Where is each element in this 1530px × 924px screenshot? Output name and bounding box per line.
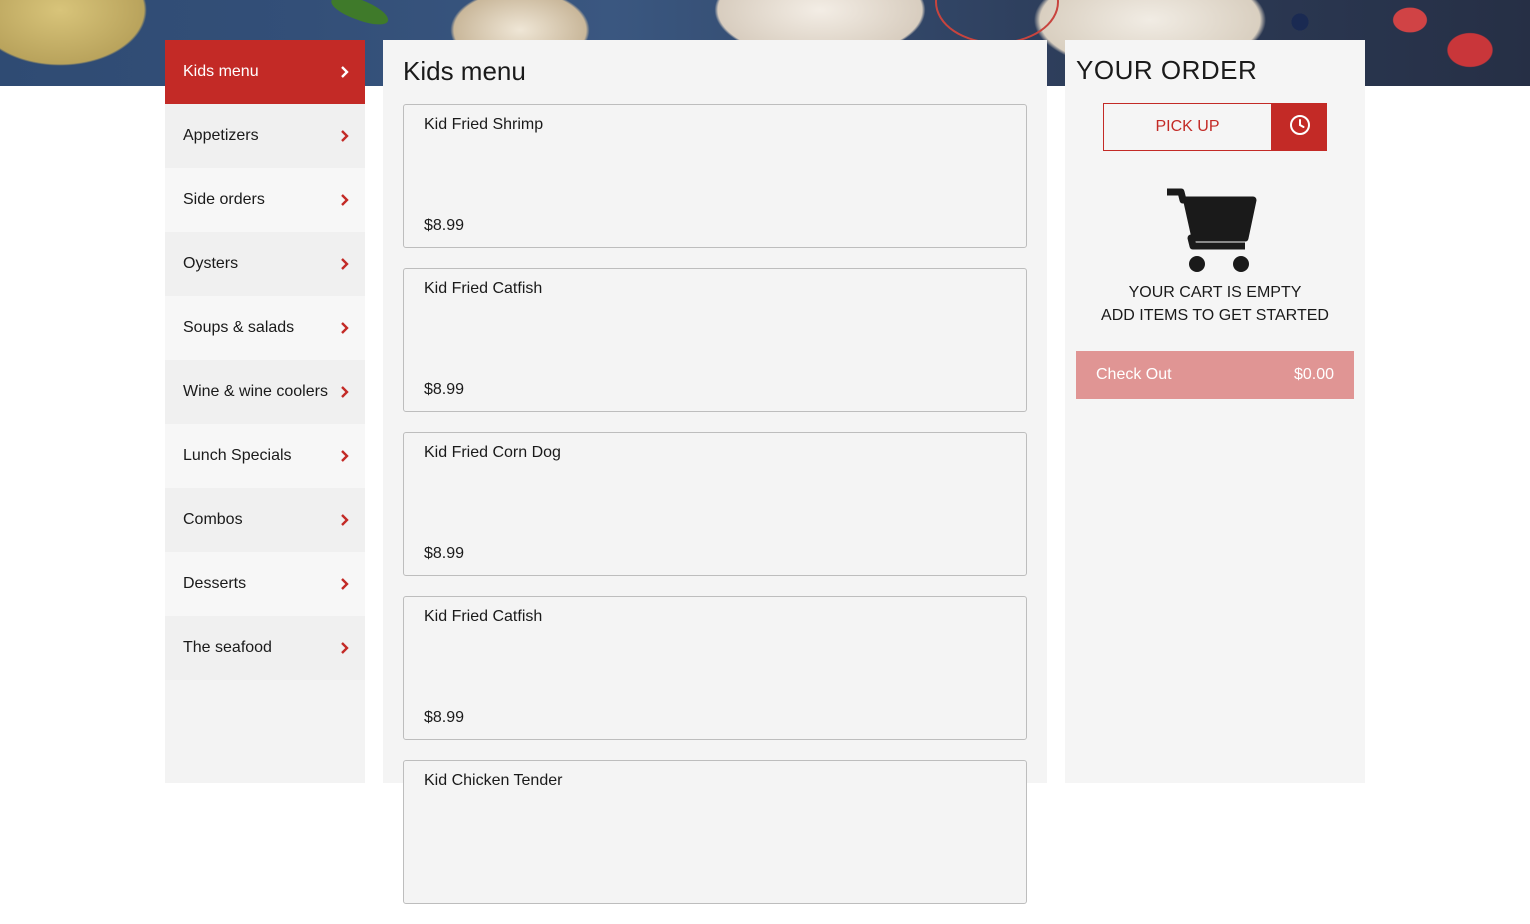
menu-item-card[interactable]: Kid Fried Corn Dog $8.99	[403, 432, 1027, 576]
sidebar-item-the-seafood[interactable]: The seafood	[165, 616, 365, 680]
menu-item-price: $8.99	[424, 545, 465, 562]
chevron-right-icon	[339, 194, 351, 206]
menu-item-card[interactable]: Kid Chicken Tender	[403, 760, 1027, 904]
chevron-right-icon	[339, 322, 351, 334]
sidebar-item-label: Desserts	[183, 575, 247, 592]
chevron-right-icon	[339, 258, 351, 270]
menu-item-name: Kid Fried Catfish	[424, 280, 543, 297]
checkout-total: $0.00	[1293, 366, 1334, 383]
chevron-right-icon	[339, 642, 351, 654]
chevron-right-icon	[339, 386, 351, 398]
sidebar-item-wine-coolers[interactable]: Wine & wine coolers	[165, 360, 365, 424]
sidebar-item-label: Wine & wine coolers	[183, 383, 328, 400]
shopping-cart-icon	[1165, 186, 1257, 274]
menu-item-card[interactable]: Kid Fried Catfish $8.99	[403, 268, 1027, 412]
sidebar-item-label: Combos	[183, 511, 243, 528]
pickup-button[interactable]: PICK UP	[1103, 103, 1272, 151]
empty-cart-line: YOUR CART IS EMPTY	[1128, 284, 1302, 301]
sidebar-item-label: Appetizers	[183, 127, 259, 144]
menu-item-list: Kid Fried Shrimp $8.99 Kid Fried Catfish…	[403, 104, 1027, 924]
sidebar-item-label: Kids menu	[183, 63, 259, 80]
menu-panel: Kids menu Kid Fried Shrimp $8.99 Kid Fri…	[383, 40, 1047, 904]
empty-cart-hint: ADD ITEMS TO GET STARTED	[1101, 307, 1329, 324]
chevron-right-icon	[339, 514, 351, 526]
sidebar-item-soups-salads[interactable]: Soups & salads	[165, 296, 365, 360]
clock-icon	[1289, 114, 1311, 141]
menu-item-price: $8.99	[424, 217, 465, 234]
page-title: Kids menu	[403, 56, 526, 86]
empty-cart-message: YOUR CART IS EMPTY ADD ITEMS TO GET STAR…	[1065, 281, 1365, 327]
sidebar-item-kids-menu[interactable]: Kids menu	[165, 40, 365, 104]
schedule-button[interactable]	[1272, 103, 1327, 151]
sidebar-item-appetizers[interactable]: Appetizers	[165, 104, 365, 168]
checkout-label: Check Out	[1096, 366, 1172, 383]
sidebar-item-side-orders[interactable]: Side orders	[165, 168, 365, 232]
sidebar-item-desserts[interactable]: Desserts	[165, 552, 365, 616]
sidebar-item-label: Side orders	[183, 191, 265, 208]
sidebar-item-label: Lunch Specials	[183, 447, 292, 464]
sidebar-item-oysters[interactable]: Oysters	[165, 232, 365, 296]
menu-item-name: Kid Chicken Tender	[424, 772, 563, 789]
chevron-right-icon	[339, 450, 351, 462]
order-mode-selector: PICK UP	[1103, 103, 1327, 151]
menu-item-price: $8.99	[424, 709, 465, 726]
menu-item-name: Kid Fried Shrimp	[424, 116, 544, 133]
sidebar-item-lunch-specials[interactable]: Lunch Specials	[165, 424, 365, 488]
category-sidebar: Kids menu Appetizers Side orders Oysters…	[165, 40, 365, 783]
menu-item-price: $8.99	[424, 381, 465, 398]
sidebar-item-combos[interactable]: Combos	[165, 488, 365, 552]
menu-item-card[interactable]: Kid Fried Catfish $8.99	[403, 596, 1027, 740]
menu-item-card[interactable]: Kid Fried Shrimp $8.99	[403, 104, 1027, 248]
hero-decoration	[935, 0, 1059, 44]
chevron-right-icon	[339, 130, 351, 142]
menu-item-name: Kid Fried Catfish	[424, 608, 543, 625]
checkout-button[interactable]: Check Out $0.00	[1076, 351, 1354, 399]
order-panel: YOUR ORDER PICK UP YOUR CART IS EMPTY AD…	[1065, 40, 1365, 783]
order-title: YOUR ORDER	[1076, 55, 1258, 85]
chevron-right-icon	[339, 66, 351, 78]
menu-item-name: Kid Fried Corn Dog	[424, 444, 561, 461]
sidebar-item-label: Oysters	[183, 255, 239, 272]
hero-decoration	[328, 0, 392, 30]
sidebar-item-label: The seafood	[183, 639, 272, 656]
sidebar-item-label: Soups & salads	[183, 319, 295, 336]
chevron-right-icon	[339, 578, 351, 590]
